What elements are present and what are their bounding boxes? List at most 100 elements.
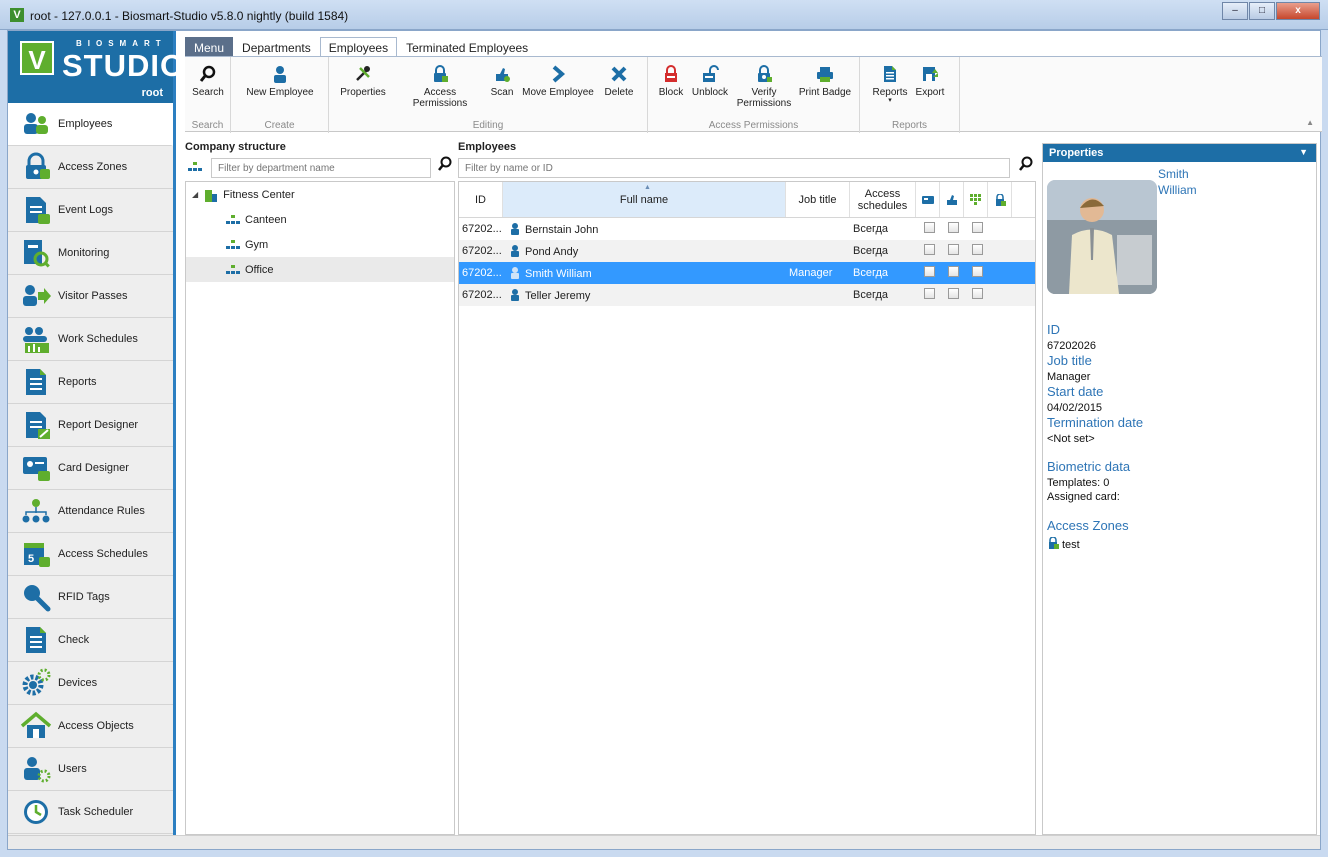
scan-button[interactable]: Scan xyxy=(489,65,515,98)
tree-node-fitness-center[interactable]: ◢ Fitness Center xyxy=(186,182,454,207)
sidebar-item-task-scheduler[interactable]: Task Scheduler xyxy=(8,791,173,834)
properties-label: Properties xyxy=(340,87,386,98)
keypad-checkbox[interactable] xyxy=(972,222,983,233)
column-header-keypad-icon[interactable] xyxy=(964,182,988,217)
keypad-checkbox[interactable] xyxy=(972,244,983,255)
move-employee-button[interactable]: Move Employee xyxy=(521,65,595,98)
properties-header[interactable]: Properties ▼ xyxy=(1043,144,1316,162)
biometric-checkbox[interactable] xyxy=(948,222,959,233)
table-row[interactable]: 67202... Teller Jeremy Всегда xyxy=(459,284,1035,306)
export-label: Export xyxy=(915,87,945,98)
table-row-selected[interactable]: 67202... Smith William Manager Всегда xyxy=(459,262,1035,284)
cell-full-name: Teller Jeremy xyxy=(503,288,786,302)
sidebar-item-access-zones[interactable]: Access Zones xyxy=(8,146,173,189)
sidebar-item-users[interactable]: Users xyxy=(8,748,173,791)
sidebar-item-visitor-passes[interactable]: Visitor Passes xyxy=(8,275,173,318)
department-filter-input[interactable] xyxy=(211,158,431,178)
block-lock-icon xyxy=(662,65,680,83)
sidebar-item-access-schedules[interactable]: 5 Access Schedules xyxy=(8,533,173,576)
delete-button[interactable]: Delete xyxy=(601,65,637,98)
table-row[interactable]: 67202... Pond Andy Всегда xyxy=(459,240,1035,262)
employee-name: Pond Andy xyxy=(525,245,579,258)
column-header-card-icon[interactable] xyxy=(916,182,940,217)
sidebar-item-check[interactable]: Check xyxy=(8,619,173,662)
cell-full-name: Bernstain John xyxy=(503,222,786,236)
column-header-id[interactable]: ID xyxy=(459,182,503,217)
tab-departments[interactable]: Departments xyxy=(233,37,320,57)
collapse-triangle-icon[interactable]: ◢ xyxy=(192,190,198,199)
department-search-icon[interactable] xyxy=(437,156,453,176)
card-checkbox[interactable] xyxy=(924,222,935,233)
column-header-biometric-icon[interactable] xyxy=(940,182,964,217)
tools-icon xyxy=(354,65,372,83)
sidebar-item-devices[interactable]: Devices xyxy=(8,662,173,705)
table-header: ID ▲ Full name Job title Access schedule… xyxy=(459,182,1035,218)
delete-label: Delete xyxy=(604,87,634,98)
close-button[interactable]: x xyxy=(1276,2,1320,20)
column-header-full-name[interactable]: ▲ Full name xyxy=(503,182,786,217)
sidebar-item-report-designer[interactable]: Report Designer xyxy=(8,404,173,447)
attendance-rules-icon xyxy=(20,495,52,527)
biometric-checkbox[interactable] xyxy=(948,244,959,255)
keypad-checkbox[interactable] xyxy=(972,266,983,277)
tree-node-gym[interactable]: Gym xyxy=(186,232,454,257)
sidebar-item-access-objects[interactable]: Access Objects xyxy=(8,705,173,748)
reports-icon xyxy=(881,65,899,83)
tab-employees[interactable]: Employees xyxy=(319,37,398,57)
sidebar-item-label: Check xyxy=(58,634,90,646)
sidebar-item-work-schedules[interactable]: Work Schedules xyxy=(8,318,173,361)
lock-icon xyxy=(1047,536,1059,552)
biometric-checkbox[interactable] xyxy=(948,288,959,299)
chevron-down-icon[interactable]: ▼ xyxy=(1299,147,1308,157)
sidebar-item-event-logs[interactable]: Event Logs xyxy=(8,189,173,232)
access-zone-item[interactable]: test xyxy=(1047,536,1080,552)
sidebar: V BIOSMART STUDIO root Employees Access … xyxy=(8,31,184,836)
cell-checkbox xyxy=(964,244,988,258)
main-window: V BIOSMART STUDIO root Employees Access … xyxy=(7,30,1322,850)
export-button[interactable]: Export xyxy=(912,65,948,98)
sidebar-item-employees[interactable]: Employees xyxy=(8,103,173,146)
employee-name: Teller Jeremy xyxy=(525,289,591,302)
sidebar-item-rfid-tags[interactable]: RFID Tags xyxy=(8,576,173,619)
card-checkbox[interactable] xyxy=(924,266,935,277)
cell-id: 67202... xyxy=(462,289,502,301)
sidebar-item-card-designer[interactable]: Card Designer xyxy=(8,447,173,490)
employee-filter-input[interactable] xyxy=(458,158,1010,178)
app-icon: V xyxy=(10,8,24,22)
verify-permissions-button[interactable]: Verify Permissions xyxy=(736,65,792,109)
properties-button[interactable]: Properties xyxy=(335,65,391,98)
keypad-checkbox[interactable] xyxy=(972,288,983,299)
block-button[interactable]: Block xyxy=(656,65,686,98)
ribbon-collapse-icon[interactable]: ▲ xyxy=(1306,118,1314,127)
tab-menu[interactable]: Menu xyxy=(185,37,234,57)
ribbon-group-access-permissions: Block Unblock Verify Permissions Print B… xyxy=(648,57,860,133)
document-log-icon xyxy=(20,194,52,226)
card-checkbox[interactable] xyxy=(924,288,935,299)
cell-full-name: Smith William xyxy=(503,266,786,280)
sidebar-item-attendance-rules[interactable]: Attendance Rules xyxy=(8,490,173,533)
cell-access-schedule: Всегда xyxy=(853,223,889,235)
sidebar-item-monitoring[interactable]: Monitoring xyxy=(8,232,173,275)
column-header-job-title[interactable]: Job title xyxy=(786,182,850,217)
tree-node-canteen[interactable]: Canteen xyxy=(186,207,454,232)
print-badge-button[interactable]: Print Badge xyxy=(796,65,854,98)
table-row[interactable]: 67202... Bernstain John Всегда xyxy=(459,218,1035,240)
employee-search-icon[interactable] xyxy=(1018,156,1034,176)
column-header-access-schedules[interactable]: Access schedules xyxy=(850,182,916,217)
card-checkbox[interactable] xyxy=(924,244,935,255)
tab-terminated-employees[interactable]: Terminated Employees xyxy=(397,37,537,57)
printer-icon xyxy=(816,65,834,83)
biometric-checkbox[interactable] xyxy=(948,266,959,277)
unblock-button[interactable]: Unblock xyxy=(690,65,730,98)
tree-node-office[interactable]: Office xyxy=(186,257,454,282)
cell-access-schedule: Всегда xyxy=(853,245,889,257)
access-permissions-button[interactable]: Access Permissions xyxy=(397,65,483,109)
employee-photo xyxy=(1047,180,1157,294)
sidebar-item-reports[interactable]: Reports xyxy=(8,361,173,404)
search-button[interactable]: Search xyxy=(190,65,226,98)
reports-button[interactable]: Reports ▾ xyxy=(870,65,910,104)
column-header-lock-icon[interactable] xyxy=(988,182,1012,217)
maximize-button[interactable]: □ xyxy=(1249,2,1275,20)
minimize-button[interactable]: – xyxy=(1222,2,1248,20)
new-employee-button[interactable]: New Employee xyxy=(237,65,323,98)
